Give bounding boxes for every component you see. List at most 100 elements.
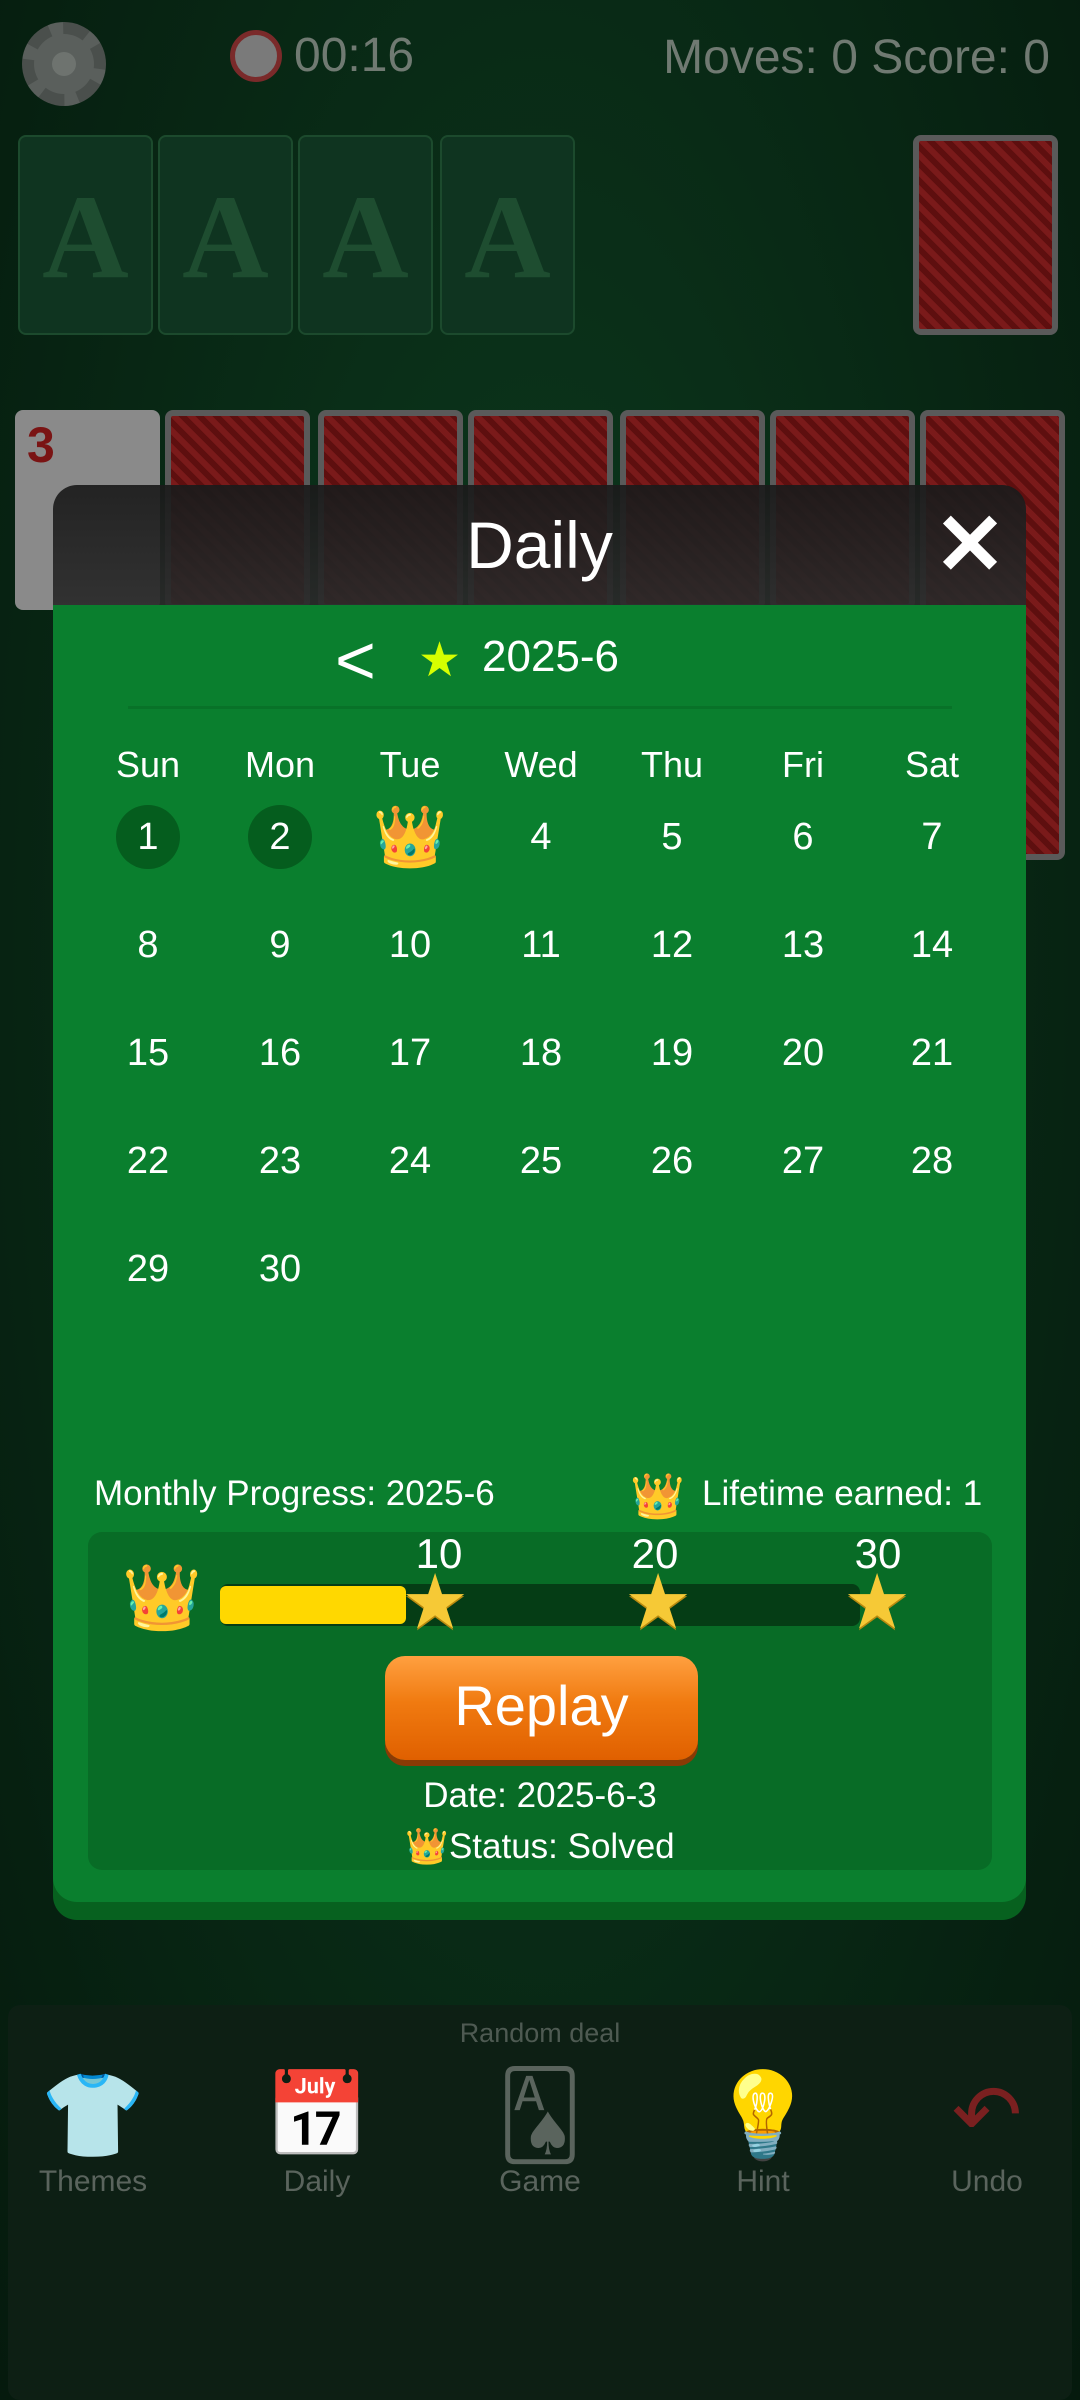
tool-label: Game <box>499 2165 581 2198</box>
crown-icon: 👑 <box>405 1827 449 1866</box>
day-number: 25 <box>519 1140 563 1182</box>
calendar-day[interactable]: 29 <box>93 1234 203 1304</box>
calendar-day[interactable]: 19 <box>617 1018 727 1088</box>
calendar-day[interactable]: 2 <box>225 802 335 872</box>
day-number: 29 <box>126 1248 170 1290</box>
calendar-day[interactable]: 26 <box>617 1126 727 1196</box>
day-number: 24 <box>388 1140 432 1182</box>
calendar-day[interactable]: 25 <box>486 1126 596 1196</box>
day-number: 26 <box>650 1140 694 1182</box>
undo-arrow-icon: ↶ <box>951 2068 1023 2162</box>
timer-value: 00:16 <box>294 29 415 82</box>
monthly-progress-label: Monthly Progress: 2025-6 <box>94 1474 495 1513</box>
calendar-day[interactable]: 16 <box>225 1018 335 1088</box>
calendar-day[interactable]: 10 <box>355 910 465 980</box>
random-deal-label: Random deal <box>459 2018 621 2048</box>
calendar-day[interactable]: 7 <box>877 802 987 872</box>
day-number: 16 <box>258 1032 302 1074</box>
calendar-day[interactable]: 👑 <box>355 802 465 872</box>
calendar-day[interactable]: 11 <box>486 910 596 980</box>
hint-button[interactable]: 💡 Hint <box>678 2065 848 2199</box>
calendar-day[interactable]: 17 <box>355 1018 465 1088</box>
close-icon[interactable]: ✕ <box>930 500 1010 590</box>
tool-label: Hint <box>736 2165 790 2198</box>
day-number: 23 <box>258 1140 302 1182</box>
crown-icon: 👑 <box>122 1561 202 1633</box>
calendar-day[interactable]: 24 <box>355 1126 465 1196</box>
calendar-day[interactable]: 15 <box>93 1018 203 1088</box>
calendar-day[interactable]: 22 <box>93 1126 203 1196</box>
calendar-day[interactable]: 28 <box>877 1126 987 1196</box>
status-row: 👑Status: Solved <box>0 1826 1080 1867</box>
foundation-slot[interactable]: A <box>440 135 575 335</box>
calendar-day[interactable]: 30 <box>225 1234 335 1304</box>
progress-fill <box>220 1586 406 1624</box>
crown-icon: 👑 <box>630 1472 685 1521</box>
foundation-slot[interactable]: A <box>18 135 153 335</box>
foundation-slot[interactable]: A <box>158 135 293 335</box>
day-number: 10 <box>388 924 432 966</box>
milestone-star-icon: ★ <box>843 1560 912 1645</box>
calendar-day[interactable]: 23 <box>225 1126 335 1196</box>
day-number: 2 <box>248 805 312 869</box>
calendar-day[interactable]: 12 <box>617 910 727 980</box>
calendar-day[interactable]: 20 <box>748 1018 858 1088</box>
day-number: 20 <box>781 1032 825 1074</box>
undo-button[interactable]: ↶ Undo <box>902 2065 1072 2199</box>
stock-pile[interactable] <box>913 135 1058 335</box>
calendar-day[interactable]: 21 <box>877 1018 987 1088</box>
game-button[interactable]: 🂡 Game <box>455 2065 625 2199</box>
calendar-day[interactable]: 8 <box>93 910 203 980</box>
daily-button[interactable]: 📅 Daily <box>232 2065 402 2199</box>
calendar-day[interactable]: 13 <box>748 910 858 980</box>
day-number: 14 <box>910 924 954 966</box>
day-number: 5 <box>661 816 683 858</box>
day-number: 11 <box>521 924 561 966</box>
tool-label: Undo <box>951 2165 1023 2198</box>
day-number: 12 <box>650 924 694 966</box>
star-icon: ★ <box>418 634 462 687</box>
calendar-day[interactable]: 6 <box>748 802 858 872</box>
day-number: 6 <box>792 816 814 858</box>
milestone-star-icon: ★ <box>401 1560 470 1645</box>
calendar-day[interactable]: 18 <box>486 1018 596 1088</box>
tool-label: Themes <box>38 2165 148 2198</box>
themes-button[interactable]: 👕 Themes <box>8 2065 178 2199</box>
alarm-clock-icon <box>230 29 282 82</box>
day-number: 28 <box>910 1140 954 1182</box>
weekday-label: Mon <box>244 744 316 785</box>
calendar-day[interactable]: 14 <box>877 910 987 980</box>
calendar-day[interactable]: 27 <box>748 1126 858 1196</box>
date-label: Date: 2025-6-3 <box>423 1776 657 1815</box>
weekday-label: Fri <box>782 744 824 785</box>
weekday-label: Wed <box>504 744 578 785</box>
day-number: 1 <box>116 805 180 869</box>
status-label: Status: Solved <box>448 1827 675 1866</box>
lightbulb-icon: 💡 <box>710 2068 816 2162</box>
tool-label: Daily <box>283 2165 351 2198</box>
weekday-label: Sun <box>115 744 181 785</box>
moves-score: Moves: 0 Score: 0 <box>663 31 1050 84</box>
cards-icon: 🂡 <box>497 2068 583 2162</box>
timer: 00:16 <box>230 28 414 83</box>
day-number: 22 <box>126 1140 170 1182</box>
day-number: 7 <box>921 816 943 858</box>
milestone-star-icon: ★ <box>624 1560 693 1645</box>
day-number: 4 <box>530 816 552 858</box>
day-number: 27 <box>781 1140 825 1182</box>
calendar-day[interactable]: 5 <box>617 802 727 872</box>
day-number: 30 <box>258 1248 302 1290</box>
day-number: 19 <box>650 1032 694 1074</box>
settings-gear-icon[interactable] <box>22 22 106 106</box>
day-number: 18 <box>519 1032 563 1074</box>
day-number: 17 <box>388 1032 432 1074</box>
calendar-day[interactable]: 1 <box>93 802 203 872</box>
replay-button[interactable]: Replay <box>385 1656 698 1760</box>
calendar-day[interactable]: 4 <box>486 802 596 872</box>
day-number: 21 <box>910 1032 954 1074</box>
foundation-slot[interactable]: A <box>298 135 433 335</box>
shirt-icon: 👕 <box>40 2068 146 2162</box>
prev-month-button[interactable]: < <box>335 620 376 700</box>
calendar-day[interactable]: 9 <box>225 910 335 980</box>
lifetime-earned: Lifetime earned: 1 <box>702 1474 983 1513</box>
